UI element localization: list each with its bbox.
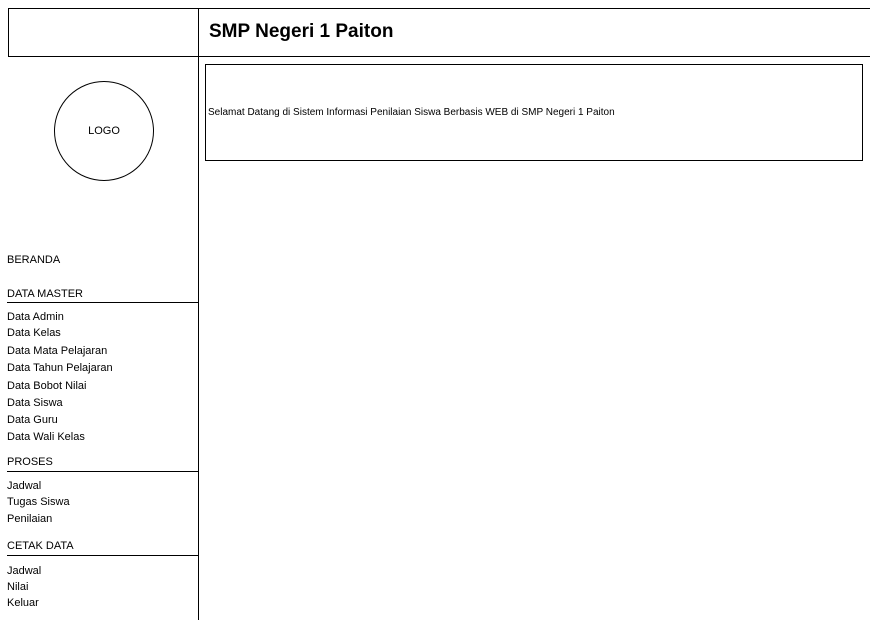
menu-data-admin[interactable]: Data Admin	[7, 311, 64, 324]
top-border	[8, 8, 870, 9]
section-data-master-title: DATA MASTER	[7, 288, 83, 300]
menu-data-kelas[interactable]: Data Kelas	[7, 327, 61, 340]
logo-label: LOGO	[88, 125, 120, 137]
section-proses-underline	[7, 471, 198, 472]
section-cetak-data-title: CETAK DATA	[7, 540, 74, 552]
section-cetak-data-underline	[7, 555, 198, 556]
menu-data-bobot-nilai[interactable]: Data Bobot Nilai	[7, 380, 87, 393]
welcome-box: Selamat Datang di Sistem Informasi Penil…	[205, 64, 863, 161]
welcome-message: Selamat Datang di Sistem Informasi Penil…	[208, 107, 615, 118]
menu-data-wali-kelas[interactable]: Data Wali Kelas	[7, 431, 85, 444]
menu-data-siswa[interactable]: Data Siswa	[7, 397, 63, 410]
section-proses-title: PROSES	[7, 456, 53, 468]
menu-data-tahun-pelajaran[interactable]: Data Tahun Pelajaran	[7, 362, 113, 375]
menu-tugas-siswa[interactable]: Tugas Siswa	[7, 496, 70, 509]
wireframe-canvas: SMP Negeri 1 Paiton LOGO Selamat Datang …	[0, 0, 870, 620]
menu-keluar[interactable]: Keluar	[7, 597, 39, 610]
menu-data-guru[interactable]: Data Guru	[7, 414, 58, 427]
logo: LOGO	[54, 81, 154, 181]
menu-beranda[interactable]: BERANDA	[7, 254, 60, 267]
menu-penilaian[interactable]: Penilaian	[7, 513, 52, 526]
header-divider	[8, 56, 870, 57]
menu-data-mata-pelajaran[interactable]: Data Mata Pelajaran	[7, 345, 107, 358]
menu-jadwal[interactable]: Jadwal	[7, 480, 41, 493]
sidebar-divider	[198, 8, 199, 620]
menu-cetak-nilai[interactable]: Nilai	[7, 581, 28, 594]
menu-cetak-jadwal[interactable]: Jadwal	[7, 565, 41, 578]
page-title: SMP Negeri 1 Paiton	[209, 21, 394, 42]
section-data-master-underline	[7, 302, 198, 303]
left-border	[8, 8, 9, 57]
